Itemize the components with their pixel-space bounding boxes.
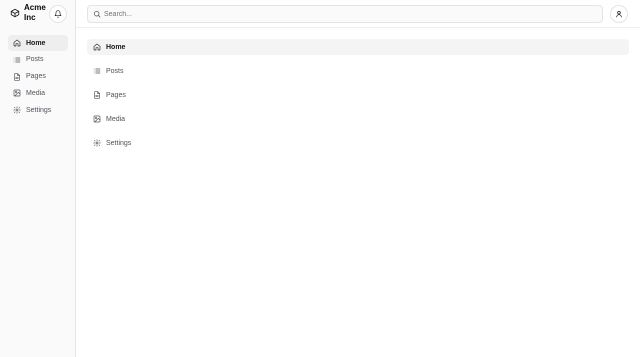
home-icon xyxy=(93,43,101,51)
gear-icon xyxy=(93,139,101,147)
sidebar-item-pages[interactable]: Pages xyxy=(8,69,68,85)
sidebar-item-label: Settings xyxy=(26,106,52,114)
brand-name-line2: Inc xyxy=(24,13,36,22)
sidebar: Acme Inc Home Posts Pages Media Settings xyxy=(0,0,76,357)
bell-icon xyxy=(54,10,62,18)
main-item-label: Posts xyxy=(106,67,124,75)
main-item-posts[interactable]: Posts xyxy=(87,63,629,79)
sidebar-item-home[interactable]: Home xyxy=(8,35,68,51)
search-input[interactable] xyxy=(104,10,584,18)
list-icon xyxy=(13,56,21,64)
main-item-label: Home xyxy=(106,43,126,51)
sidebar-item-settings[interactable]: Settings xyxy=(8,102,68,118)
home-icon xyxy=(13,39,21,47)
main-item-media[interactable]: Media xyxy=(87,111,629,127)
main-item-label: Media xyxy=(106,115,126,123)
image-icon xyxy=(93,115,101,123)
main-nav: Home Posts Pages Media Settings xyxy=(87,39,629,159)
main-item-label: Pages xyxy=(106,91,126,99)
sidebar-item-label: Pages xyxy=(26,73,46,81)
package-icon xyxy=(10,8,20,18)
file-icon xyxy=(13,72,21,81)
sidebar-item-label: Posts xyxy=(26,56,44,64)
file-icon xyxy=(93,91,101,99)
sidebar-item-label: Home xyxy=(26,39,46,47)
sidebar-item-label: Media xyxy=(26,89,46,97)
gear-icon xyxy=(13,106,21,114)
topbar xyxy=(76,0,640,28)
search-box[interactable] xyxy=(87,5,603,23)
brand-name: Acme Inc xyxy=(24,3,46,23)
sidebar-nav: Home Posts Pages Media Settings xyxy=(8,35,68,119)
brand-name-line1: Acme xyxy=(24,3,46,12)
notifications-button[interactable] xyxy=(49,5,67,23)
user-icon xyxy=(615,10,623,18)
user-menu-button[interactable] xyxy=(610,5,628,23)
image-icon xyxy=(13,89,21,97)
main-item-settings[interactable]: Settings xyxy=(87,135,629,151)
main-item-pages[interactable]: Pages xyxy=(87,87,629,103)
main-item-label: Settings xyxy=(106,139,132,147)
sidebar-item-media[interactable]: Media xyxy=(8,85,68,101)
list-icon xyxy=(93,67,101,75)
main-item-home[interactable]: Home xyxy=(87,39,629,55)
search-icon xyxy=(93,10,101,18)
sidebar-item-posts[interactable]: Posts xyxy=(8,52,68,68)
